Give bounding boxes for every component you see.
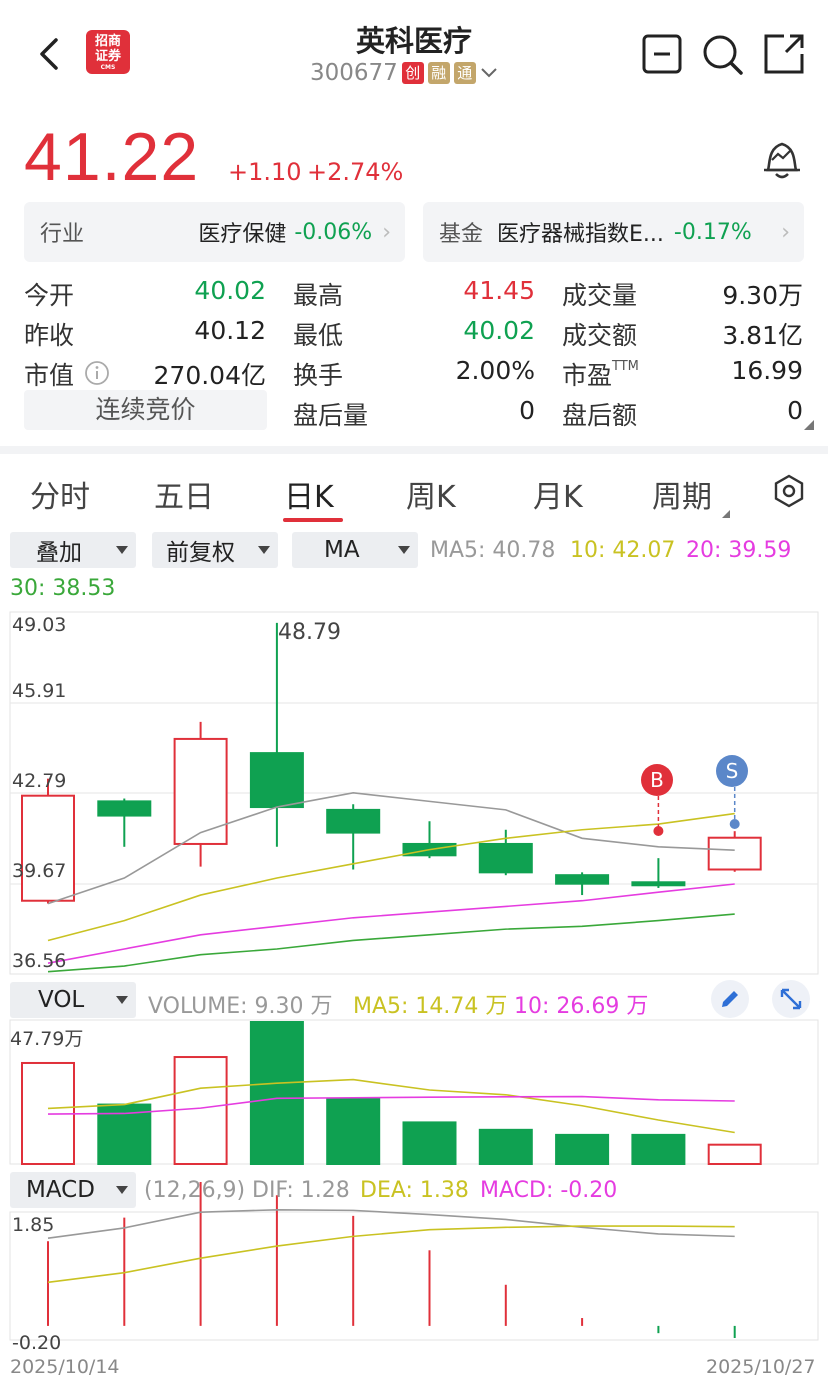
sell-marker-dot — [729, 819, 740, 829]
macd-select-label: MACD — [26, 1177, 95, 1203]
candle-body — [249, 752, 304, 809]
candle-body — [326, 808, 381, 834]
vol-select-label: VOL — [38, 987, 85, 1013]
price-axis-3: 39.67 — [12, 860, 67, 882]
fullscreen-icon[interactable] — [772, 980, 810, 1018]
caret-down-icon — [116, 1186, 128, 1194]
caret-down-icon — [116, 996, 128, 1004]
ma10-line — [47, 812, 735, 942]
macd-axis-top: 1.85 — [12, 1214, 55, 1236]
date-start: 2025/10/14 — [10, 1356, 120, 1378]
candle-body — [631, 881, 686, 887]
buy-marker[interactable]: B — [641, 764, 673, 796]
macd-axis-bottom: -0.20 — [12, 1332, 62, 1354]
dea-line — [47, 1225, 735, 1284]
price-axis-4: 36.56 — [12, 950, 67, 972]
candle-body — [97, 800, 152, 817]
candle-body — [173, 737, 228, 845]
dea-legend: DEA: 1.38 — [360, 1178, 469, 1203]
dif-line — [47, 1208, 735, 1239]
volume-bar — [478, 1128, 533, 1166]
macd-select[interactable]: MACD — [10, 1172, 136, 1208]
volume-bar — [555, 1133, 610, 1166]
price-axis-2: 42.79 — [12, 770, 67, 792]
vol-select[interactable]: VOL — [10, 982, 136, 1018]
volume-bar — [707, 1143, 762, 1165]
price-axis-1: 45.91 — [12, 680, 67, 702]
candle-body — [555, 874, 610, 885]
volume-bar — [326, 1097, 381, 1165]
candle-body — [478, 842, 533, 874]
volume-legend: VOLUME: 9.30 万 — [148, 994, 333, 1019]
ma30-line — [47, 913, 735, 973]
dif-legend: DIF: 1.28 — [252, 1178, 350, 1203]
sell-marker[interactable]: S — [716, 755, 748, 787]
volume-bar — [402, 1121, 457, 1166]
macd-legend: MACD: -0.20 — [480, 1178, 618, 1203]
volume-bar — [249, 1021, 304, 1165]
candle-body — [707, 836, 762, 871]
edit-pencil-icon[interactable] — [711, 980, 749, 1018]
vol-ma10-legend: 10: 26.69 万 — [514, 994, 649, 1019]
date-end: 2025/10/27 — [706, 1356, 816, 1378]
buy-marker-dot — [653, 826, 664, 836]
volume-bar — [631, 1133, 686, 1166]
candle-body — [21, 794, 75, 902]
vol-ma5-legend: MA5: 14.74 万 — [353, 994, 508, 1019]
volume-bar — [173, 1056, 228, 1165]
vol-axis-top: 47.79万 — [10, 1028, 84, 1050]
ma20-line — [47, 883, 735, 964]
price-axis-0: 49.03 — [12, 614, 67, 636]
macd-params: (12,26,9) — [144, 1178, 246, 1203]
peak-label: 48.79 — [278, 620, 341, 645]
